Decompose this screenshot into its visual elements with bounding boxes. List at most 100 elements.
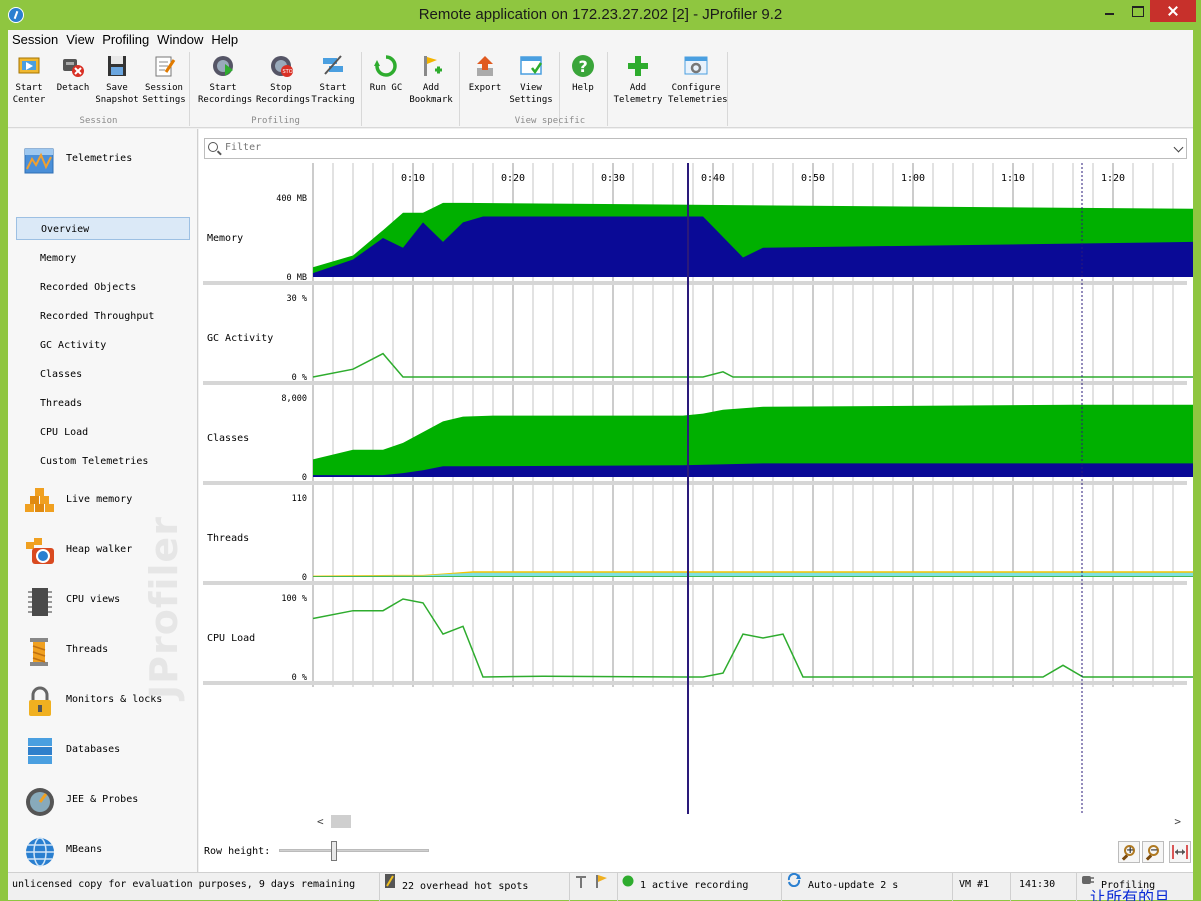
help-button[interactable]: ? Help	[558, 54, 608, 108]
export-icon	[473, 54, 497, 78]
telemetry-row-label: GC Activity	[207, 333, 273, 344]
nav-memory[interactable]: Memory	[16, 247, 190, 270]
autoupdate-status[interactable]: Auto-update 2 s	[782, 872, 953, 901]
configure-telemetries-button[interactable]: Configure Telemetries	[668, 54, 728, 108]
toolbar-group-profiling: Start Recordings STOP Stop Recordings St…	[190, 52, 362, 126]
stop-recordings-icon: STOP	[269, 54, 296, 78]
tracking-flag-icon	[574, 873, 610, 899]
telemetries-icon	[24, 145, 56, 177]
menu-session[interactable]: Session	[8, 30, 62, 50]
menu-window[interactable]: Window	[153, 30, 207, 50]
telemetry-row-label: Threads	[207, 533, 249, 544]
nav-classes[interactable]: Classes	[16, 363, 190, 386]
telemetry-row-label: Classes	[207, 433, 249, 444]
toolbar-group-gc: Run GC Add Bookmark	[362, 52, 460, 126]
plus-glyph: +	[1126, 845, 1135, 856]
time-tick-label: 0:10	[401, 173, 425, 184]
hotspot-icon	[384, 873, 396, 899]
close-button[interactable]	[1150, 0, 1196, 22]
status-bar: unlicensed copy for evaluation purposes,…	[8, 872, 1193, 901]
start-center-button[interactable]: Start Center	[4, 54, 54, 108]
row-height-slider-thumb[interactable]	[331, 841, 337, 861]
detach-icon	[61, 54, 85, 78]
nav-telemetries[interactable]: Telemetries	[22, 141, 192, 181]
nav-recorded-throughput[interactable]: Recorded Throughput	[16, 305, 190, 328]
hotspots-status[interactable]: 22 overhead hot spots	[380, 873, 570, 901]
nav-mbeans[interactable]: MBeans	[22, 832, 192, 872]
filter-input[interactable]	[225, 142, 1125, 153]
time-tick-label: 0:30	[601, 173, 625, 184]
svg-text:STOP: STOP	[283, 69, 294, 75]
row-separator	[203, 481, 1187, 485]
menu-view[interactable]: View	[62, 30, 98, 50]
scroll-left-arrow-icon[interactable]: <	[317, 815, 324, 828]
license-status: unlicensed copy for evaluation purposes,…	[8, 873, 380, 901]
nav-jee-probes[interactable]: JEE & Probes	[22, 782, 192, 822]
recording-status[interactable]: 1 active recording	[618, 873, 782, 901]
heap-walker-icon	[24, 536, 56, 568]
stop-recordings-button[interactable]: STOP Stop Recordings	[256, 54, 310, 108]
save-snapshot-button[interactable]: Save Snapshot	[92, 54, 142, 108]
add-bookmark-icon	[419, 54, 443, 78]
app-window: Remote application on 172.23.27.202 [2] …	[0, 0, 1201, 901]
time-tick-label: 0:40	[701, 173, 725, 184]
save-snapshot-icon	[105, 54, 129, 78]
window-title: Remote application on 172.23.27.202 [2] …	[418, 6, 783, 23]
time-tick-label: 1:20	[1101, 173, 1125, 184]
toolbar-group-view-specific: Export View Settings View specific	[460, 52, 585, 126]
chevron-down-icon[interactable]	[1173, 142, 1184, 153]
toolbar: Start Center Detach Save Snapshot Sessio…	[8, 50, 1193, 128]
telemetry-overview-panel: 0:10 0:20 0:30 0:40 0:50 1:00 1:10 1:20 Memory 40…	[199, 129, 1193, 872]
nav-overview[interactable]: Overview	[16, 217, 190, 240]
session-settings-button[interactable]: Session Settings	[139, 54, 189, 108]
menu-bar: Session View Profiling Window Help	[8, 30, 1193, 50]
time-tick-label: 0:20	[501, 173, 525, 184]
toolbar-group-help: ? Help	[560, 52, 608, 126]
nav-databases[interactable]: Databases	[22, 732, 192, 772]
databases-icon	[24, 736, 56, 768]
minimize-button[interactable]	[1096, 0, 1124, 22]
search-icon	[208, 142, 218, 152]
svg-text:?: ?	[579, 57, 588, 76]
nav-recorded-objects[interactable]: Recorded Objects	[16, 276, 190, 299]
view-settings-icon	[519, 54, 543, 78]
add-bookmark-button[interactable]: Add Bookmark	[406, 54, 456, 108]
view-settings-button[interactable]: View Settings	[506, 54, 556, 108]
horizontal-scrollbar[interactable]: < >	[313, 813, 1185, 829]
live-memory-icon	[24, 486, 56, 518]
zoom-in-button[interactable]: +	[1118, 841, 1140, 863]
nav-threads-telemetry[interactable]: Threads	[16, 392, 190, 415]
row-separator	[203, 681, 1187, 685]
client-area: Session View Profiling Window Help Start…	[8, 30, 1193, 901]
recording-dot-icon	[622, 873, 634, 897]
filter-box[interactable]	[204, 138, 1187, 159]
sidebar: Telemetries Overview Memory Recorded Obj…	[8, 129, 198, 872]
tracking-status[interactable]	[570, 873, 618, 901]
fit-width-button[interactable]	[1169, 841, 1191, 863]
nav-custom-telemetries[interactable]: Custom Telemetries	[16, 450, 190, 473]
nav-gc-activity[interactable]: GC Activity	[16, 334, 190, 357]
title-bar[interactable]: Remote application on 172.23.27.202 [2] …	[0, 0, 1201, 30]
row-separator	[203, 381, 1187, 385]
y-max-label: 8,000	[281, 394, 307, 404]
jprofiler-watermark: JProfiler	[142, 516, 186, 699]
zoom-out-button[interactable]: −	[1142, 841, 1164, 863]
menu-profiling[interactable]: Profiling	[98, 30, 153, 50]
start-recordings-icon	[211, 54, 235, 78]
row-height-slider-track[interactable]	[279, 849, 429, 852]
cpu-views-icon	[24, 586, 56, 618]
add-telemetry-button[interactable]: Add Telemetry	[613, 54, 663, 108]
export-button[interactable]: Export	[460, 54, 510, 108]
start-recordings-button[interactable]: Start Recordings	[198, 54, 252, 108]
nav-cpu-load[interactable]: CPU Load	[16, 421, 190, 444]
scroll-right-arrow-icon[interactable]: >	[1174, 815, 1181, 828]
start-tracking-button[interactable]: Start Tracking	[308, 54, 358, 108]
scrollbar-thumb[interactable]	[331, 815, 351, 828]
row-separator	[203, 581, 1187, 585]
run-gc-button[interactable]: Run GC	[361, 54, 411, 108]
menu-help[interactable]: Help	[207, 30, 242, 50]
telemetry-row-label: Memory	[207, 233, 243, 244]
detach-button[interactable]: Detach	[48, 54, 98, 108]
fit-width-icon	[1172, 845, 1188, 859]
maximize-button[interactable]	[1124, 0, 1152, 22]
